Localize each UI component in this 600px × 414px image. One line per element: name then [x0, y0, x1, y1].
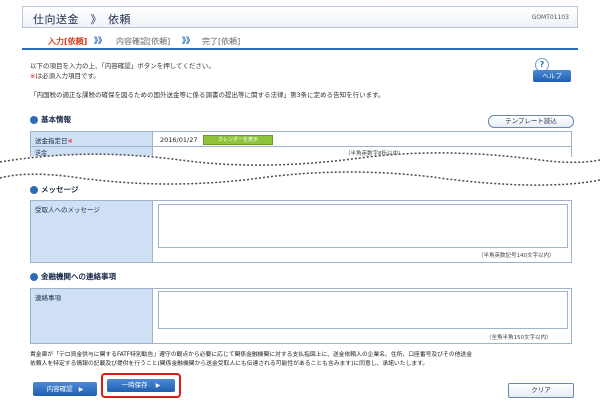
fatf-notice-line2: 依頼人を特定する情報の記載及び提供を行うこと(関係金融機関から送金受取人にも伝達…: [30, 361, 429, 367]
contact-label: 連絡事項: [31, 289, 153, 343]
message-note: （半角英数記号140文字以内）: [478, 253, 555, 259]
message-heading: メッセージ: [30, 184, 78, 195]
step-indicator: 入力[依頼] 》》 内容確認[依頼] 》》 完了[依頼]: [22, 33, 578, 50]
date-value: 2016/01/27: [160, 136, 198, 144]
contact-heading: 金融機関への連絡事項: [30, 271, 116, 282]
step-input: 入力[依頼]: [48, 37, 88, 46]
intro-line1: 以下の項目を入力の上、「内容確認」ボタンを押してください。: [30, 62, 215, 70]
template-load-button[interactable]: テンプレート読込: [488, 115, 574, 128]
section-bullet-icon: [30, 116, 38, 124]
arrow-right-icon: ▶: [78, 386, 84, 393]
screen-id: GOMT01103: [531, 14, 569, 21]
message-label: 受取人へのメッセージ: [31, 201, 153, 262]
fatf-notice-line1: 貴金庫が「テロ資金供与に関するFATF特別勧告」遵守の観点から必要に応じて関係金…: [30, 352, 472, 358]
temp-save-button[interactable]: 一時保存 ▶: [107, 379, 175, 392]
clear-button[interactable]: クリア: [508, 383, 574, 398]
calendar-button[interactable]: カレンダーを表示: [203, 135, 273, 145]
help-button[interactable]: ヘルプ: [533, 70, 571, 82]
page-break-divider: [0, 152, 600, 186]
step-confirm: 内容確認[依頼]: [116, 37, 171, 46]
section-bullet-icon: [30, 273, 38, 281]
message-textarea[interactable]: [158, 204, 568, 248]
title-bar: 仕向送金 》 依頼 GOMT01103: [22, 6, 578, 28]
step-arrow-icon: 》》: [94, 36, 106, 45]
page-title: 仕向送金 》 依頼: [33, 13, 131, 26]
contact-textarea[interactable]: [158, 291, 568, 329]
basic-info-heading: 基本情報: [30, 114, 71, 125]
arrow-right-icon: ▶: [155, 382, 161, 389]
required-text: は必須入力項目です。: [35, 72, 100, 80]
confirm-button[interactable]: 内容確認 ▶: [33, 382, 97, 396]
step-arrow-icon: 》》: [182, 36, 194, 45]
contact-note: （全角半角150文字以内）: [486, 335, 552, 341]
section-bullet-icon: [30, 186, 38, 194]
law-notice: 「内国税の適正な課税の確保を図るための国外送金等に係る調書の提出等に関する法律」…: [30, 91, 385, 99]
step-complete: 完了[依頼]: [202, 37, 241, 46]
intro-line2: ※は必須入力項目です。: [30, 70, 100, 80]
date-label: 送金指定日※: [31, 132, 153, 146]
